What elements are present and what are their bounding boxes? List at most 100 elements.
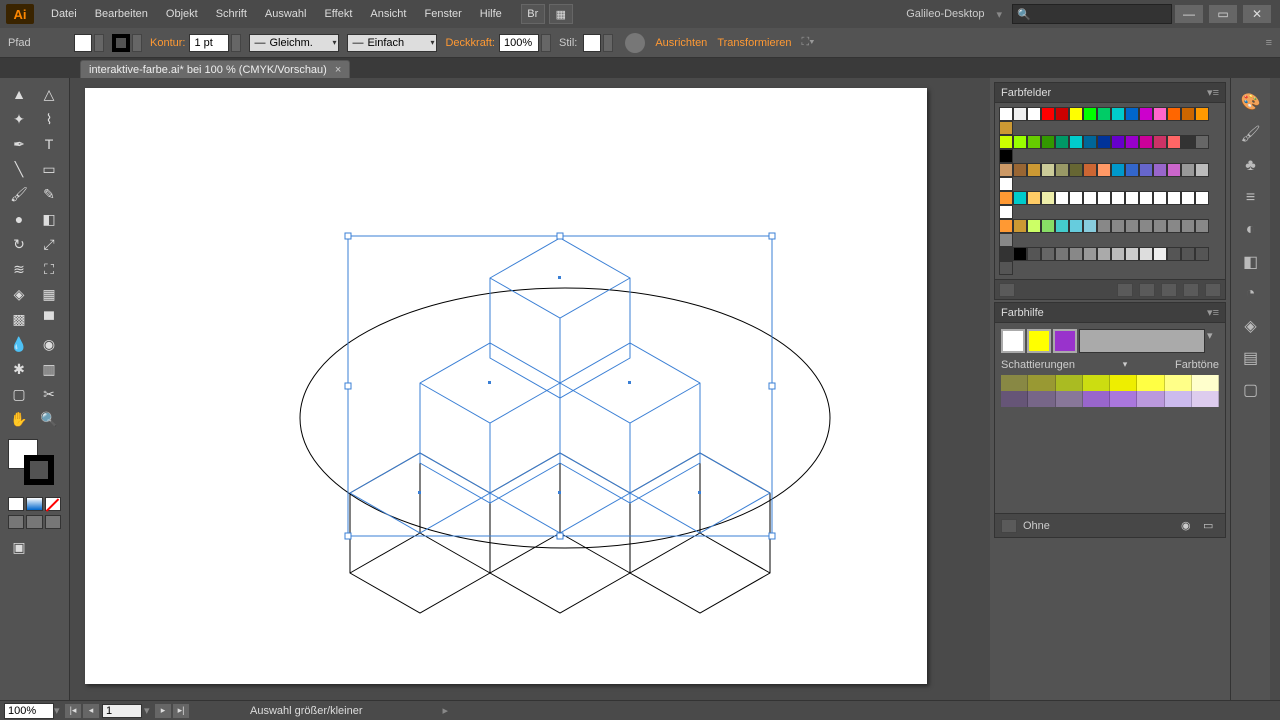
color-mode-none[interactable] (45, 497, 61, 511)
swatch[interactable] (1097, 191, 1111, 205)
zoom-input[interactable]: 100% (4, 703, 54, 719)
swatch[interactable] (1111, 135, 1125, 149)
swatch[interactable] (1041, 135, 1055, 149)
swatch[interactable] (1139, 219, 1153, 233)
line-tool[interactable]: ╲ (4, 157, 34, 181)
workspace-name[interactable]: Galileo-Desktop (894, 8, 996, 20)
swatch[interactable] (1041, 191, 1055, 205)
graphic-styles-panel-icon[interactable]: ◈ (1236, 312, 1266, 340)
hand-tool[interactable]: ✋ (4, 407, 34, 431)
shape-builder-tool[interactable]: ◈ (4, 282, 34, 306)
lasso-tool[interactable]: ⌇ (34, 107, 64, 131)
colorguide-header[interactable]: Farbhilfe ▾≡ (995, 303, 1225, 323)
menu-view[interactable]: Ansicht (361, 8, 415, 20)
status-dropdown-icon[interactable]: ▸ (443, 704, 449, 717)
limit-colors-icon[interactable] (1001, 519, 1017, 533)
eraser-tool[interactable]: ◧ (34, 207, 64, 231)
swatch[interactable] (1083, 163, 1097, 177)
transform-button[interactable]: Transformieren (717, 37, 791, 49)
swatch[interactable] (999, 247, 1013, 261)
swatch[interactable] (1125, 191, 1139, 205)
controlbar-menu-icon[interactable]: ≡ (1266, 37, 1272, 49)
swatch[interactable] (1027, 219, 1041, 233)
style-dropdown[interactable] (603, 34, 613, 52)
minimize-button[interactable]: — (1175, 5, 1203, 23)
pen-tool[interactable]: ✒ (4, 132, 34, 156)
swatch[interactable] (1139, 135, 1153, 149)
gradient-panel-icon[interactable]: ◧ (1236, 248, 1266, 276)
swatch[interactable] (1069, 247, 1083, 261)
color-mode-fill[interactable] (8, 497, 24, 511)
swatch[interactable] (1055, 219, 1069, 233)
swatch[interactable] (1097, 247, 1111, 261)
swatch[interactable] (1111, 247, 1125, 261)
style-swatch[interactable] (583, 34, 601, 52)
swatch[interactable] (1027, 135, 1041, 149)
swatch[interactable] (1181, 247, 1195, 261)
swatch[interactable] (1153, 135, 1167, 149)
harmony-dropdown-icon[interactable]: ▾ (1207, 329, 1219, 353)
swatch[interactable] (999, 191, 1013, 205)
shade-cell[interactable] (1083, 375, 1110, 391)
isolation-icon[interactable]: ⛶▾ (801, 36, 814, 49)
swatch[interactable] (1181, 135, 1195, 149)
swatch[interactable] (1195, 247, 1209, 261)
swatch[interactable] (1139, 107, 1153, 121)
layers-panel-icon[interactable]: ▤ (1236, 344, 1266, 372)
type-tool[interactable]: T (34, 132, 64, 156)
swatch[interactable] (1013, 107, 1027, 121)
swatch[interactable] (1027, 107, 1041, 121)
zoom-tool[interactable]: 🔍 (34, 407, 64, 431)
eyedropper-tool[interactable]: 💧 (4, 332, 34, 356)
menu-type[interactable]: Schrift (207, 8, 256, 20)
swatch[interactable] (1167, 247, 1181, 261)
shade-cell[interactable] (1001, 391, 1028, 407)
draw-inside-mode[interactable] (45, 515, 61, 529)
swatch[interactable] (1153, 107, 1167, 121)
swatch[interactable] (1181, 219, 1195, 233)
swatch[interactable] (1027, 163, 1041, 177)
rotate-tool[interactable]: ↻ (4, 232, 34, 256)
swatch[interactable] (999, 177, 1013, 191)
shade-cell[interactable] (1165, 391, 1192, 407)
swatch[interactable] (1097, 219, 1111, 233)
swatch[interactable] (1167, 135, 1181, 149)
swatch[interactable] (999, 261, 1013, 275)
arrange-icon[interactable]: ▦ (549, 4, 573, 24)
stroke-dropdown[interactable] (132, 34, 142, 52)
menu-effect[interactable]: Effekt (315, 8, 361, 20)
swatch[interactable] (1097, 107, 1111, 121)
swatch[interactable] (1041, 107, 1055, 121)
swatch[interactable] (1097, 135, 1111, 149)
swatch[interactable] (1195, 107, 1209, 121)
close-button[interactable]: ✕ (1243, 5, 1271, 23)
swatch[interactable] (999, 233, 1013, 247)
harmony-color-1[interactable] (1027, 329, 1051, 353)
swatch[interactable] (1111, 191, 1125, 205)
swatch[interactable] (1195, 191, 1209, 205)
swatch[interactable] (1153, 247, 1167, 261)
screen-mode-button[interactable]: ▣ (4, 535, 34, 559)
edit-colors-icon[interactable]: ◉ (1181, 519, 1197, 533)
draw-behind-mode[interactable] (26, 515, 42, 529)
base-color[interactable] (1001, 329, 1025, 353)
artboard[interactable] (85, 88, 927, 684)
page-input[interactable]: 1 (102, 704, 142, 718)
swatch[interactable] (1167, 163, 1181, 177)
panel-menu-icon[interactable]: ▾≡ (1207, 86, 1219, 99)
shade-cell[interactable] (1110, 391, 1137, 407)
stroke-panel-icon[interactable]: ≡ (1236, 184, 1266, 212)
prev-page-button[interactable]: ◂ (83, 704, 99, 718)
swatch[interactable] (1041, 219, 1055, 233)
blob-brush-tool[interactable]: ● (4, 207, 34, 231)
opacity-label[interactable]: Deckkraft: (445, 37, 495, 49)
swatch[interactable] (1153, 163, 1167, 177)
shade-cell[interactable] (1192, 375, 1219, 391)
recolor-button[interactable] (625, 33, 645, 53)
artboards-panel-icon[interactable]: ▢ (1236, 376, 1266, 404)
swatch[interactable] (1083, 247, 1097, 261)
menu-edit[interactable]: Bearbeiten (86, 8, 157, 20)
swatch[interactable] (1013, 135, 1027, 149)
swatches-header[interactable]: Farbfelder ▾≡ (995, 83, 1225, 103)
shade-cell[interactable] (1192, 391, 1219, 407)
